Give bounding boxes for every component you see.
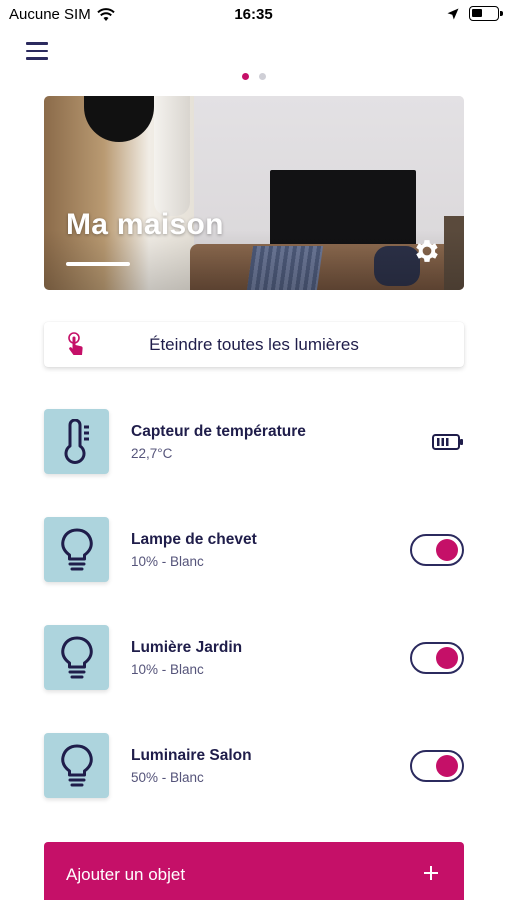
device-status: 10% - Blanc bbox=[131, 662, 204, 677]
status-bar: Aucune SIM 16:35 bbox=[0, 0, 507, 30]
plus-icon bbox=[424, 866, 438, 880]
page-indicator bbox=[0, 73, 507, 80]
hamburger-icon-line bbox=[26, 42, 48, 45]
room-photo-curtain bbox=[154, 96, 190, 216]
thermometer-icon bbox=[64, 418, 89, 464]
device-name: Luminaire Salon bbox=[131, 747, 252, 764]
device-status: 22,7°C bbox=[131, 446, 173, 461]
device-toggle[interactable] bbox=[410, 642, 464, 674]
status-left: Aucune SIM bbox=[9, 6, 115, 23]
hamburger-icon-line bbox=[26, 57, 48, 60]
device-row-bedside-lamp[interactable]: Lampe de chevet 10% - Blanc bbox=[44, 517, 464, 583]
device-row-living-room-light[interactable]: Luminaire Salon 50% - Blanc bbox=[44, 733, 464, 799]
battery-icon bbox=[432, 434, 463, 450]
device-row-temperature-sensor[interactable]: Capteur de température 22,7°C bbox=[44, 409, 464, 475]
gear-icon[interactable] bbox=[412, 236, 442, 266]
lightbulb-icon bbox=[60, 744, 93, 786]
device-toggle[interactable] bbox=[410, 534, 464, 566]
menu-button[interactable] bbox=[26, 42, 50, 62]
toggle-knob bbox=[436, 647, 458, 669]
lightbulb-icon bbox=[60, 528, 93, 570]
device-toggle[interactable] bbox=[410, 750, 464, 782]
lights-off-button[interactable]: Éteindre toutes les lumières bbox=[44, 322, 464, 367]
device-icon-tile bbox=[44, 625, 109, 690]
page-dot[interactable] bbox=[258, 73, 266, 80]
page-dot-active[interactable] bbox=[241, 73, 249, 80]
add-object-label: Ajouter un objet bbox=[66, 865, 186, 884]
carrier-label: Aucune SIM bbox=[9, 6, 91, 23]
device-row-garden-light[interactable]: Lumière Jardin 10% - Blanc bbox=[44, 625, 464, 691]
device-name: Lampe de chevet bbox=[131, 531, 257, 548]
home-title: Ma maison bbox=[66, 208, 224, 241]
device-icon-tile bbox=[44, 733, 109, 798]
device-status: 10% - Blanc bbox=[131, 554, 204, 569]
toggle-knob bbox=[436, 539, 458, 561]
device-name: Lumière Jardin bbox=[131, 639, 243, 656]
device-status: 50% - Blanc bbox=[131, 770, 204, 785]
device-name: Capteur de température bbox=[131, 423, 306, 440]
location-arrow-icon bbox=[447, 8, 459, 19]
home-title-underline bbox=[66, 262, 130, 266]
device-icon-tile bbox=[44, 409, 109, 474]
home-card[interactable]: Ma maison bbox=[44, 96, 464, 290]
status-right bbox=[447, 6, 503, 21]
device-icon-tile bbox=[44, 517, 109, 582]
lightbulb-icon bbox=[60, 636, 93, 678]
hamburger-icon-line bbox=[26, 49, 48, 52]
add-object-button[interactable]: Ajouter un objet bbox=[44, 842, 464, 900]
wifi-icon bbox=[97, 7, 115, 21]
toggle-knob bbox=[436, 755, 458, 777]
battery-icon bbox=[469, 6, 503, 21]
lights-off-label: Éteindre toutes les lumières bbox=[149, 335, 359, 354]
